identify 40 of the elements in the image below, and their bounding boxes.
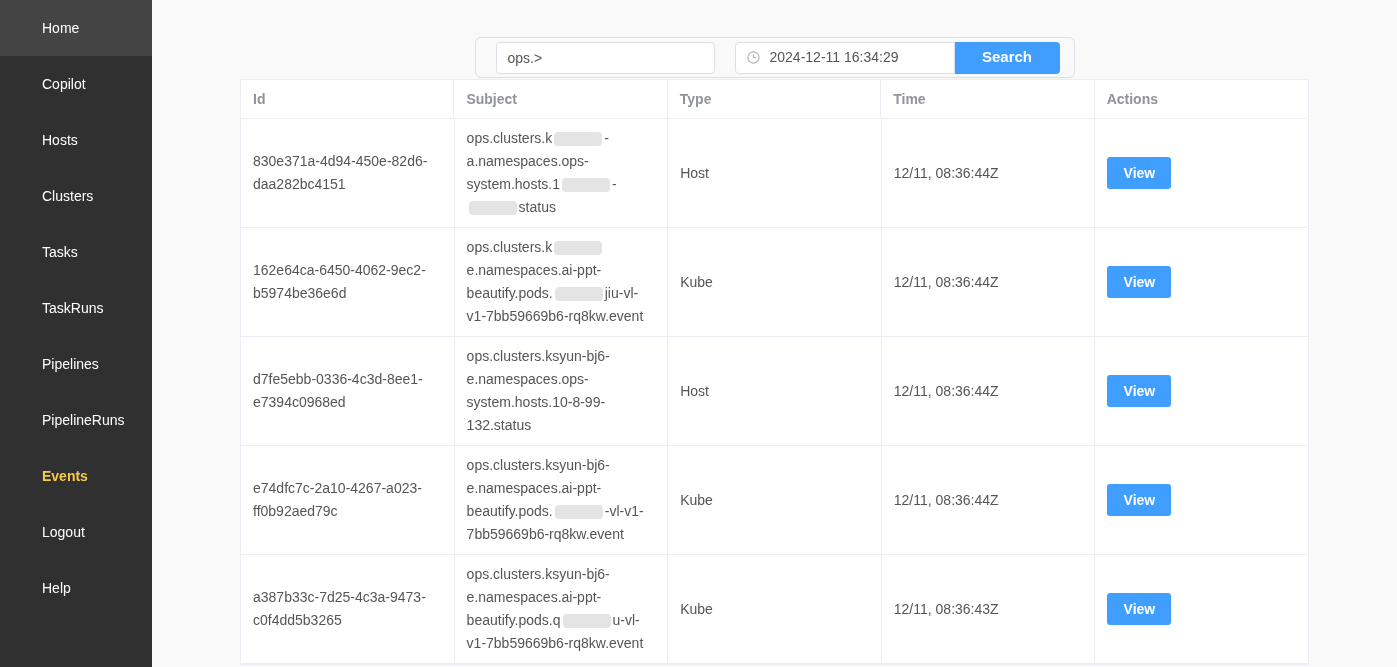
table-cell-text: ops.clusters.ksyun-bj6-e.namespaces.ai-ppt-beautify.pods. -vl-v1-7bb59669b6-rq8kw.event bbox=[466, 456, 645, 544]
table-cell-text: 12/11, 08:36:44Z bbox=[893, 163, 999, 183]
time-field[interactable]: 2024-12-11 16:34:29 bbox=[734, 41, 955, 74]
table-cell-text: ops.clusters.k e.namespaces.ai-ppt-beautify.pods. jiu-vl-v1-7bb59669b6-rq8kw.event bbox=[466, 238, 645, 326]
table-cell-text: d7fe5ebb-0336-4c3d-8ee1-e7394c0968ed bbox=[253, 370, 424, 412]
sidebar-item[interactable]: Help bbox=[0, 560, 152, 616]
sidebar-item[interactable]: Hosts bbox=[0, 112, 152, 168]
sidebar-item[interactable]: TaskRuns bbox=[0, 280, 152, 336]
sidebar-item[interactable]: Pipelines bbox=[0, 336, 152, 392]
sidebar-item[interactable]: PipelineRuns bbox=[0, 392, 152, 448]
table-cell-text: Kube bbox=[680, 272, 713, 292]
subject-input[interactable]: ops.> bbox=[495, 41, 715, 74]
column-header: Time bbox=[881, 80, 1095, 118]
column-header: Actions bbox=[1105, 89, 1159, 109]
sidebar-item[interactable]: Events bbox=[0, 448, 152, 504]
time-value: 2024-12-11 16:34:29 bbox=[769, 48, 899, 67]
sidebar-item[interactable]: Home bbox=[0, 0, 152, 56]
clock-icon bbox=[746, 51, 760, 64]
table-cell-text: ops.clusters.ksyun-bj6-e.namespaces.ops-system.hosts.10-8-99-132.status bbox=[466, 347, 611, 435]
sidebar-item[interactable]: Copilot bbox=[0, 56, 152, 112]
table-cell-text: a387b33c-7d25-4c3a-9473-c0f4dd5b3265 bbox=[253, 588, 427, 630]
table-cell-text: Host bbox=[680, 163, 709, 183]
column-header: Subject bbox=[454, 80, 668, 118]
column-header: Type bbox=[667, 80, 882, 118]
table-cell-text: 12/11, 08:36:44Z bbox=[893, 490, 999, 510]
table-cell-text: Kube bbox=[680, 599, 713, 619]
table-cell-text: ops.clusters.k -a.namespaces.ops-system.hosts.1 - status bbox=[466, 129, 618, 218]
table-cell-text: 162e64ca-6450-4062-9ec2-b5974be36e6d bbox=[253, 261, 427, 303]
column-header: Id bbox=[241, 80, 455, 118]
sidebar-item[interactable]: Logout bbox=[0, 504, 152, 560]
table-cell-text: 12/11, 08:36:43Z bbox=[893, 599, 999, 619]
table-cell-text: ops.clusters.ksyun-bj6-e.namespaces.ai-ppt-beautify.pods.q u-vl-v1-7bb59669b6-rq8kw.event bbox=[466, 565, 645, 653]
table-cell-text: e74dfc7c-2a10-4267-a023-ff0b92aed79c bbox=[253, 479, 423, 521]
table-cell-text: Host bbox=[680, 381, 709, 401]
table-cell-text: 12/11, 08:36:44Z bbox=[893, 381, 999, 401]
table-cell-text: 12/11, 08:36:44Z bbox=[893, 272, 999, 292]
sidebar-item[interactable]: Tasks bbox=[0, 224, 152, 280]
table-cell-text: Kube bbox=[680, 490, 713, 510]
table-cell-text: 830e371a-4d94-450e-82d6-daa282bc4151 bbox=[253, 152, 429, 194]
sidebar-item[interactable]: Clusters bbox=[0, 168, 152, 224]
